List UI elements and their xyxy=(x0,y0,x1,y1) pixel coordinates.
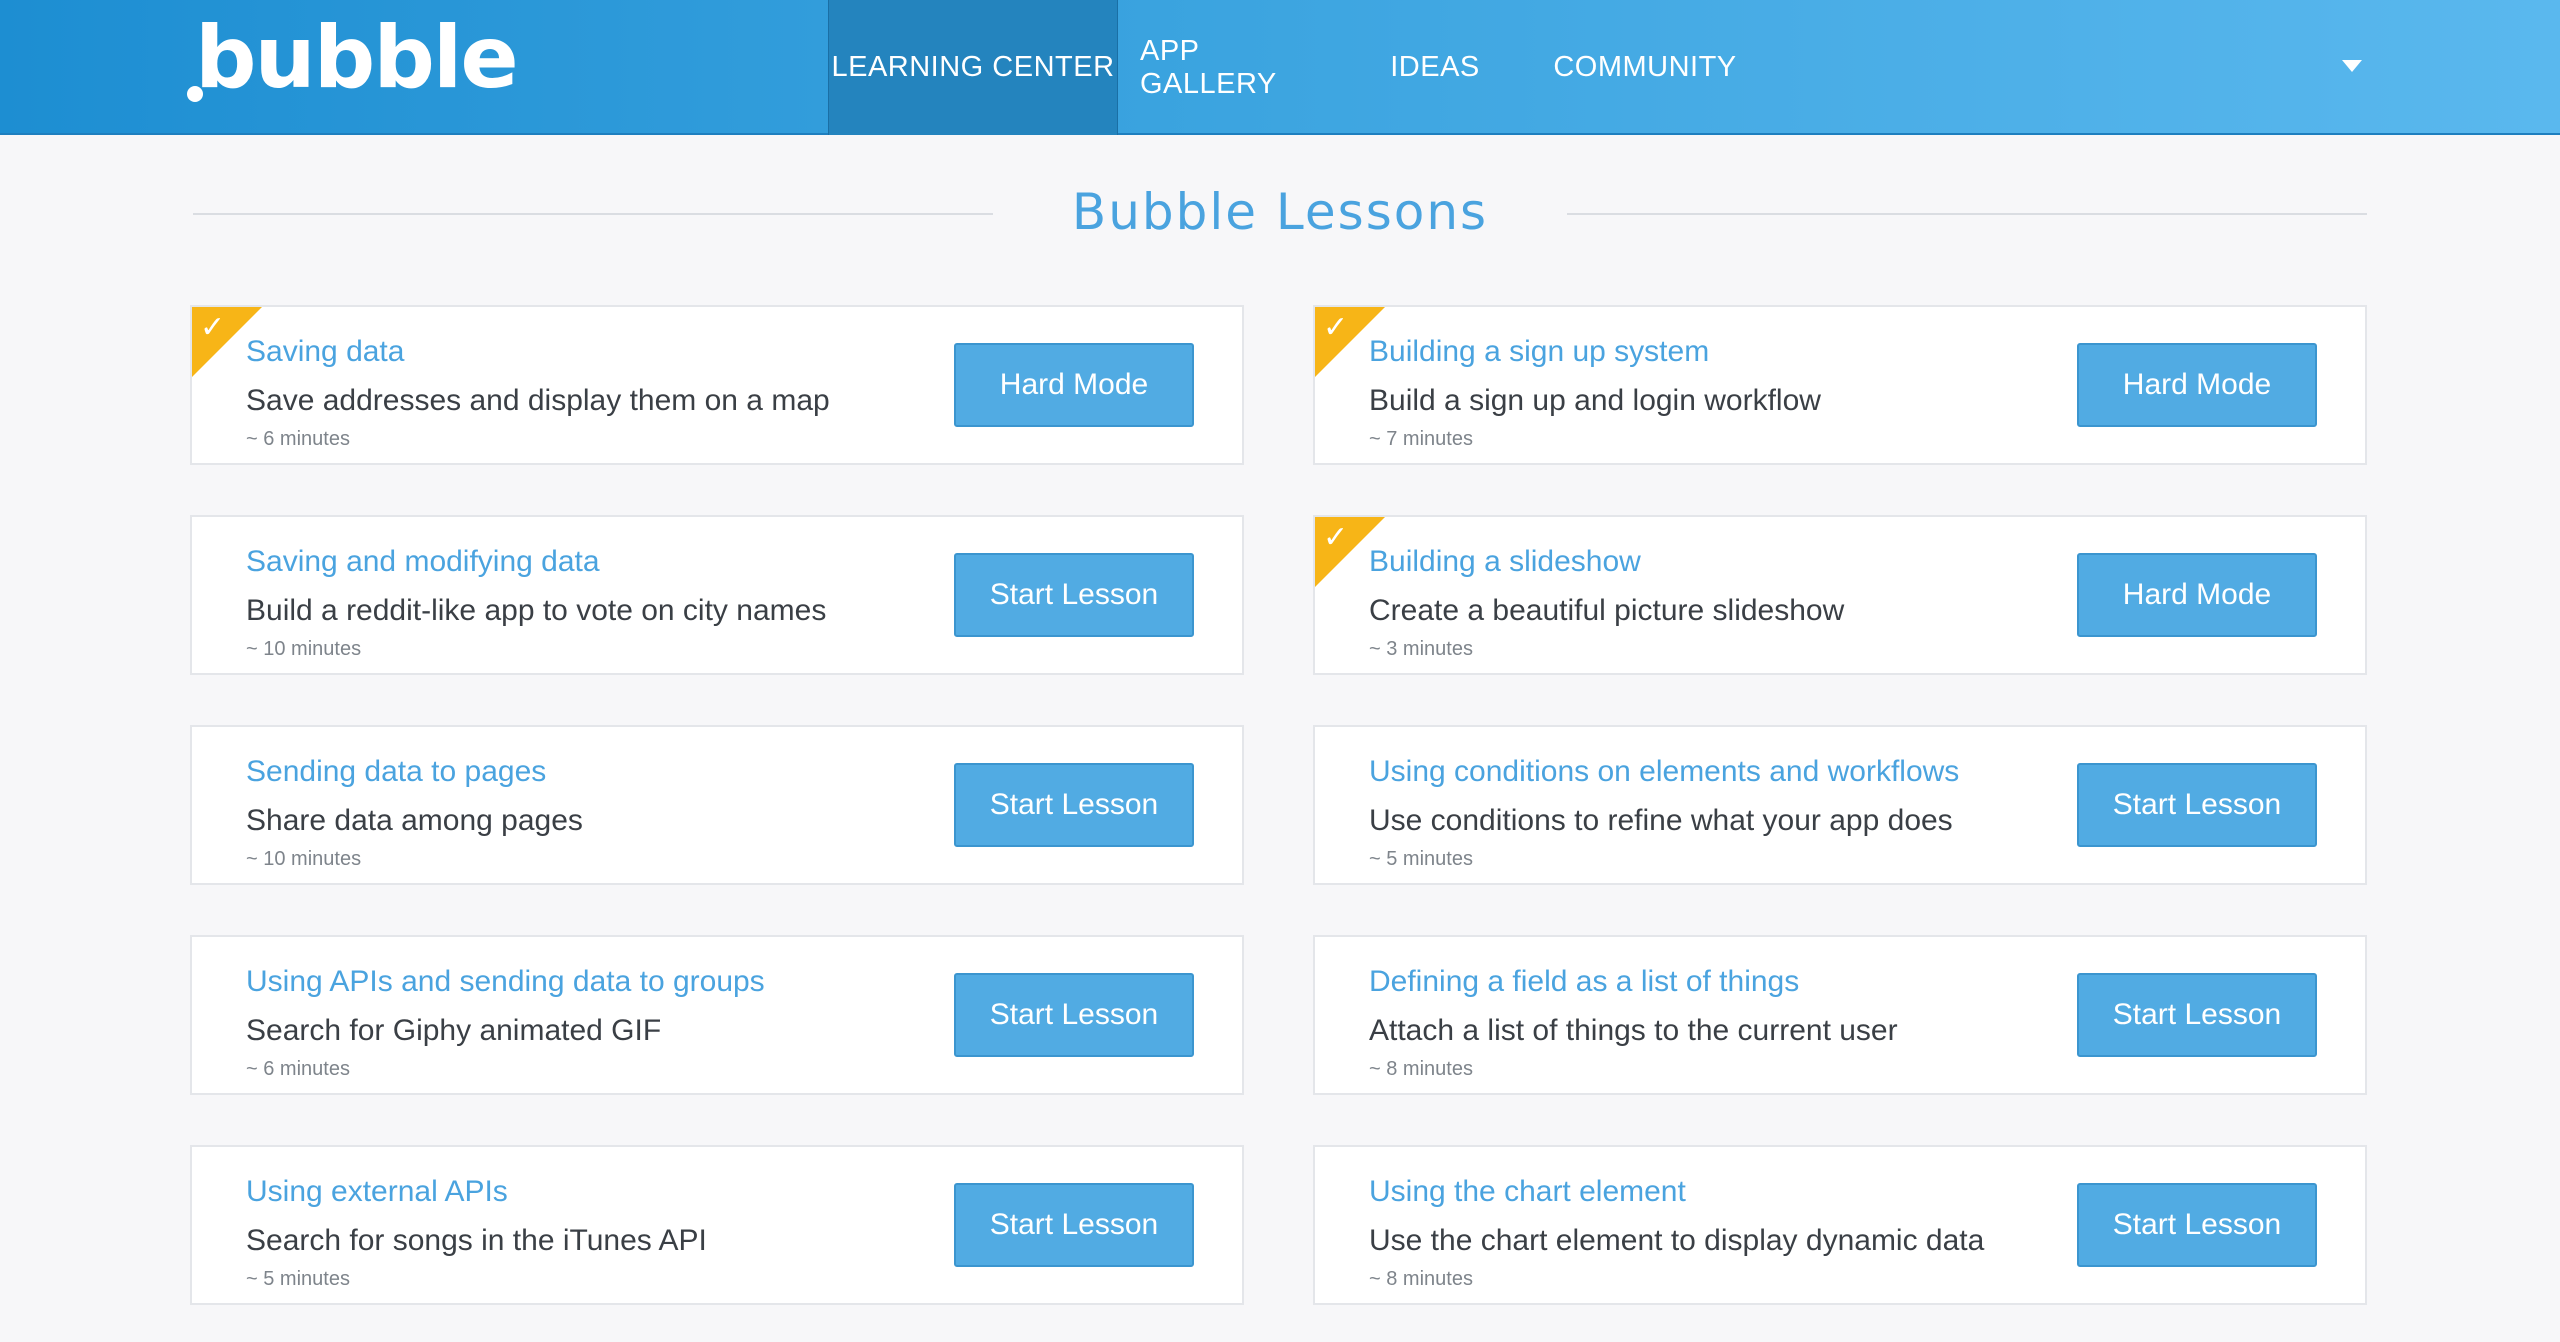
lesson-description: Use the chart element to display dynamic… xyxy=(1369,1224,1985,1257)
nav-community[interactable]: COMMUNITY xyxy=(1550,0,1740,135)
lesson-duration: ~ 5 minutes xyxy=(1369,848,1473,870)
lesson-title[interactable]: Building a slideshow xyxy=(1369,545,1641,579)
nav-label: IDEAS xyxy=(1390,51,1480,83)
lesson-description: Search for songs in the iTunes API xyxy=(246,1224,707,1257)
lesson-card: ✓ Saving data Save addresses and display t… xyxy=(190,305,1244,465)
chevron-down-icon[interactable] xyxy=(2342,60,2362,72)
lesson-description: Search for Giphy animated GIF xyxy=(246,1014,662,1047)
nav-learning-center[interactable]: LEARNING CENTER xyxy=(828,0,1118,135)
lesson-duration: ~ 10 minutes xyxy=(246,848,362,870)
start-lesson-button[interactable]: Start Lesson xyxy=(2077,973,2317,1057)
checkmark-icon: ✓ xyxy=(1323,520,1349,555)
start-lesson-button[interactable]: Start Lesson xyxy=(954,973,1194,1057)
lesson-card: Using the chart element Use the chart ele… xyxy=(1313,1145,2367,1305)
lesson-duration: ~ 8 minutes xyxy=(1369,1268,1473,1290)
checkmark-icon: ✓ xyxy=(1323,310,1349,345)
lesson-title[interactable]: Defining a field as a list of things xyxy=(1369,965,1799,999)
hard-mode-button[interactable]: Hard Mode xyxy=(2077,553,2317,637)
nav-label: APP GALLERY xyxy=(1140,34,1277,100)
start-lesson-button[interactable]: Start Lesson xyxy=(2077,763,2317,847)
nav-app-gallery[interactable]: APP GALLERY xyxy=(1140,0,1338,135)
start-lesson-button[interactable]: Start Lesson xyxy=(954,553,1194,637)
lesson-duration: ~ 6 minutes xyxy=(246,428,350,450)
section-title: Bubble Lessons xyxy=(1071,183,1489,241)
lesson-description: Build a sign up and login workflow xyxy=(1369,384,1821,417)
lesson-title[interactable]: Sending data to pages xyxy=(246,755,546,789)
lesson-duration: ~ 5 minutes xyxy=(246,1268,350,1290)
title-divider-left xyxy=(193,213,993,215)
nav-ideas[interactable]: IDEAS xyxy=(1380,0,1490,135)
bubble-logo[interactable]: bubble xyxy=(185,8,519,114)
lesson-duration: ~ 7 minutes xyxy=(1369,428,1473,450)
title-divider-right xyxy=(1567,213,2367,215)
hard-mode-button[interactable]: Hard Mode xyxy=(2077,343,2317,427)
lesson-description: Create a beautiful picture slideshow xyxy=(1369,594,1845,627)
lesson-duration: ~ 6 minutes xyxy=(246,1058,350,1080)
lesson-title[interactable]: Using the chart element xyxy=(1369,1175,1686,1209)
start-lesson-button[interactable]: Start Lesson xyxy=(954,763,1194,847)
logo-wordmark: bubble xyxy=(195,8,519,108)
lesson-title[interactable]: Building a sign up system xyxy=(1369,335,1709,369)
lesson-title[interactable]: Using external APIs xyxy=(246,1175,508,1209)
start-lesson-button[interactable]: Start Lesson xyxy=(954,1183,1194,1267)
lesson-card: Sending data to pages Share data among pa… xyxy=(190,725,1244,885)
logo-bubble-dot-small xyxy=(205,72,214,81)
nav-label: COMMUNITY xyxy=(1553,51,1737,83)
top-navbar: bubble LEARNING CENTER APP GALLERY IDEAS… xyxy=(0,0,2560,135)
lesson-duration: ~ 3 minutes xyxy=(1369,638,1473,660)
lesson-description: Attach a list of things to the current u… xyxy=(1369,1014,1898,1047)
logo-bubble-dot xyxy=(187,86,203,102)
lesson-duration: ~ 10 minutes xyxy=(246,638,362,660)
lesson-description: Build a reddit-like app to vote on city … xyxy=(246,594,827,627)
nav-label: LEARNING CENTER xyxy=(831,51,1115,83)
checkmark-icon: ✓ xyxy=(200,310,226,345)
lesson-card: Using conditions on elements and workflo… xyxy=(1313,725,2367,885)
lesson-title[interactable]: Using conditions on elements and workflo… xyxy=(1369,755,1959,789)
lesson-card: Saving and modifying data Build a reddit-… xyxy=(190,515,1244,675)
lesson-title[interactable]: Saving data xyxy=(246,335,404,369)
lesson-description: Save addresses and display them on a map xyxy=(246,384,830,417)
lesson-card: Using APIs and sending data to groups Sea… xyxy=(190,935,1244,1095)
lesson-card: ✓ Building a sign up system Build a sign u… xyxy=(1313,305,2367,465)
start-lesson-button[interactable]: Start Lesson xyxy=(2077,1183,2317,1267)
lesson-title[interactable]: Using APIs and sending data to groups xyxy=(246,965,765,999)
lesson-title[interactable]: Saving and modifying data xyxy=(246,545,600,579)
lesson-description: Use conditions to refine what your app d… xyxy=(1369,804,1953,837)
lesson-description: Share data among pages xyxy=(246,804,583,837)
lesson-card: ✓ Building a slideshow Create a beautiful … xyxy=(1313,515,2367,675)
lesson-card: Defining a field as a list of things Atta… xyxy=(1313,935,2367,1095)
hard-mode-button[interactable]: Hard Mode xyxy=(954,343,1194,427)
lesson-card: Using external APIs Search for songs in t… xyxy=(190,1145,1244,1305)
lesson-duration: ~ 8 minutes xyxy=(1369,1058,1473,1080)
